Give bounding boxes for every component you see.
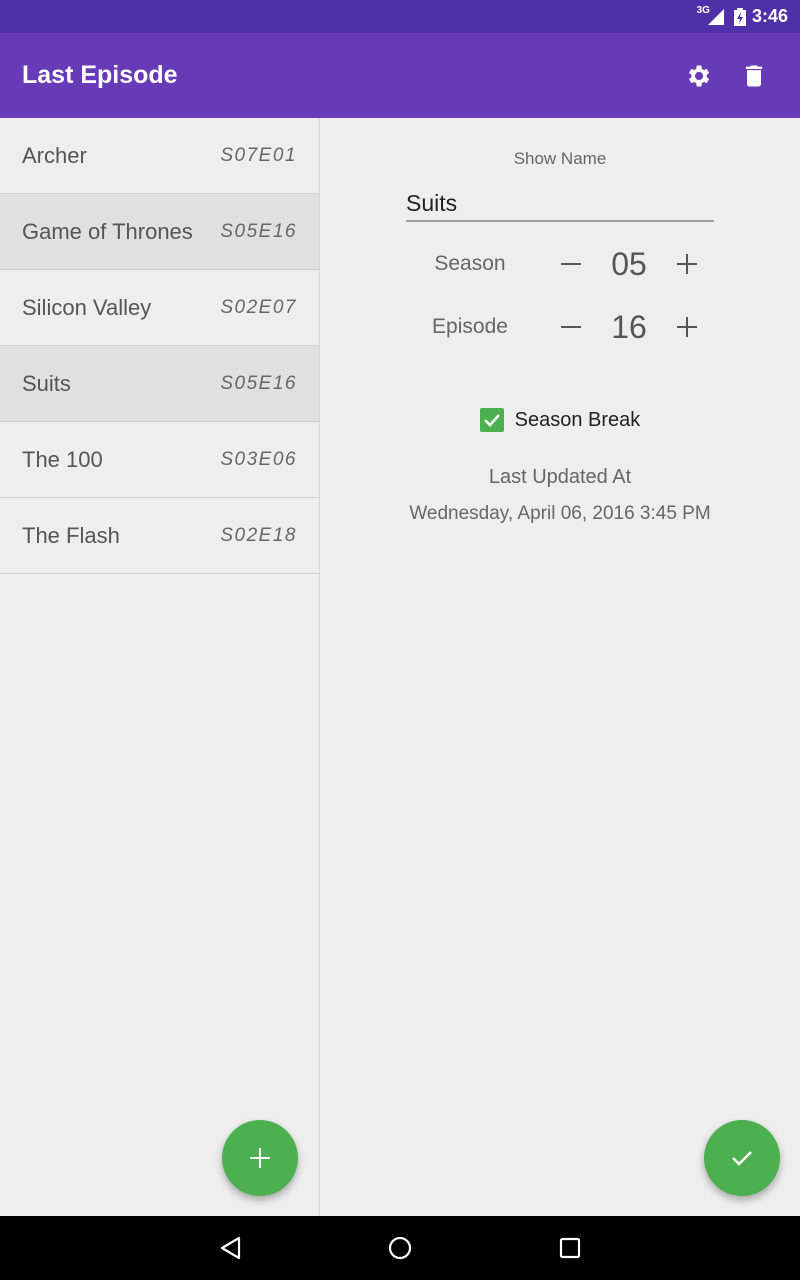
settings-button[interactable] xyxy=(670,48,726,104)
back-button[interactable] xyxy=(201,1218,261,1278)
episode-code: S05E16 xyxy=(220,220,297,242)
minus-icon xyxy=(561,263,581,265)
episode-code: S02E07 xyxy=(220,296,297,318)
list-item[interactable]: Suits S05E16 xyxy=(0,346,319,422)
recents-icon xyxy=(559,1237,581,1259)
network-type: 3G xyxy=(696,5,710,16)
season-break-label: Season Break xyxy=(514,408,641,431)
delete-button[interactable] xyxy=(726,48,782,104)
status-bar: 3G 3:46 xyxy=(0,0,800,33)
app-actions xyxy=(670,33,782,118)
save-button[interactable] xyxy=(704,1120,780,1196)
trash-icon xyxy=(745,65,763,86)
episode-value: 16 xyxy=(611,308,647,345)
navigation-bar xyxy=(0,1216,800,1280)
show-name: Game of Thrones xyxy=(22,218,193,244)
last-updated-value: Wednesday, April 06, 2016 3:45 PM xyxy=(409,503,711,524)
list-item[interactable]: Archer S07E01 xyxy=(0,118,319,194)
show-name: The 100 xyxy=(22,446,103,472)
show-name-label: Show Name xyxy=(513,149,607,168)
episode-code: S05E16 xyxy=(220,372,297,394)
episode-stepper: Episode 16 xyxy=(320,302,800,352)
app-title: Last Episode xyxy=(22,61,178,89)
show-name-field[interactable] xyxy=(406,186,714,222)
plus-icon xyxy=(677,317,697,337)
show-name: Archer xyxy=(22,142,87,168)
show-name: Suits xyxy=(22,370,71,396)
add-show-button[interactable] xyxy=(222,1120,298,1196)
list-item[interactable]: The Flash S02E18 xyxy=(0,498,319,574)
back-icon xyxy=(220,1236,241,1260)
plus-icon xyxy=(677,254,697,274)
show-name: The Flash xyxy=(22,522,120,548)
season-break-checkbox[interactable] xyxy=(479,408,504,432)
season-label: Season xyxy=(434,252,506,275)
list-item[interactable]: Game of Thrones S05E16 xyxy=(0,194,319,270)
show-name: Silicon Valley xyxy=(22,294,152,320)
signal-icon xyxy=(707,8,724,25)
episode-code: S03E06 xyxy=(220,448,297,470)
last-updated-label: Last Updated At xyxy=(488,466,632,488)
home-icon xyxy=(388,1236,412,1260)
show-list: Archer S07E01 Game of Thrones S05E16 Sil… xyxy=(0,118,320,1216)
battery-icon xyxy=(733,7,746,26)
episode-label: Episode xyxy=(432,315,508,338)
recents-button[interactable] xyxy=(540,1218,600,1278)
gear-icon xyxy=(689,65,710,86)
season-increment-button[interactable] xyxy=(667,244,707,284)
episode-decrement-button[interactable] xyxy=(551,307,591,347)
check-icon xyxy=(732,1151,752,1166)
check-icon xyxy=(483,414,500,427)
status-time: 3:46 xyxy=(751,6,788,26)
list-item[interactable]: The 100 S03E06 xyxy=(0,422,319,498)
episode-code: S02E18 xyxy=(220,524,297,546)
season-decrement-button[interactable] xyxy=(551,244,591,284)
app-bar: Last Episode xyxy=(0,33,800,118)
list-item[interactable]: Silicon Valley S02E07 xyxy=(0,270,319,346)
season-value: 05 xyxy=(611,245,647,282)
minus-icon xyxy=(561,326,581,328)
plus-icon xyxy=(250,1148,270,1168)
home-button[interactable] xyxy=(370,1218,430,1278)
detail-pane: Show Name Season 05 Episode 16 Season Br… xyxy=(320,118,800,1216)
season-stepper: Season 05 xyxy=(320,239,800,289)
episode-increment-button[interactable] xyxy=(667,307,707,347)
season-break-row: Season Break xyxy=(320,405,800,435)
episode-code: S07E01 xyxy=(220,144,297,166)
